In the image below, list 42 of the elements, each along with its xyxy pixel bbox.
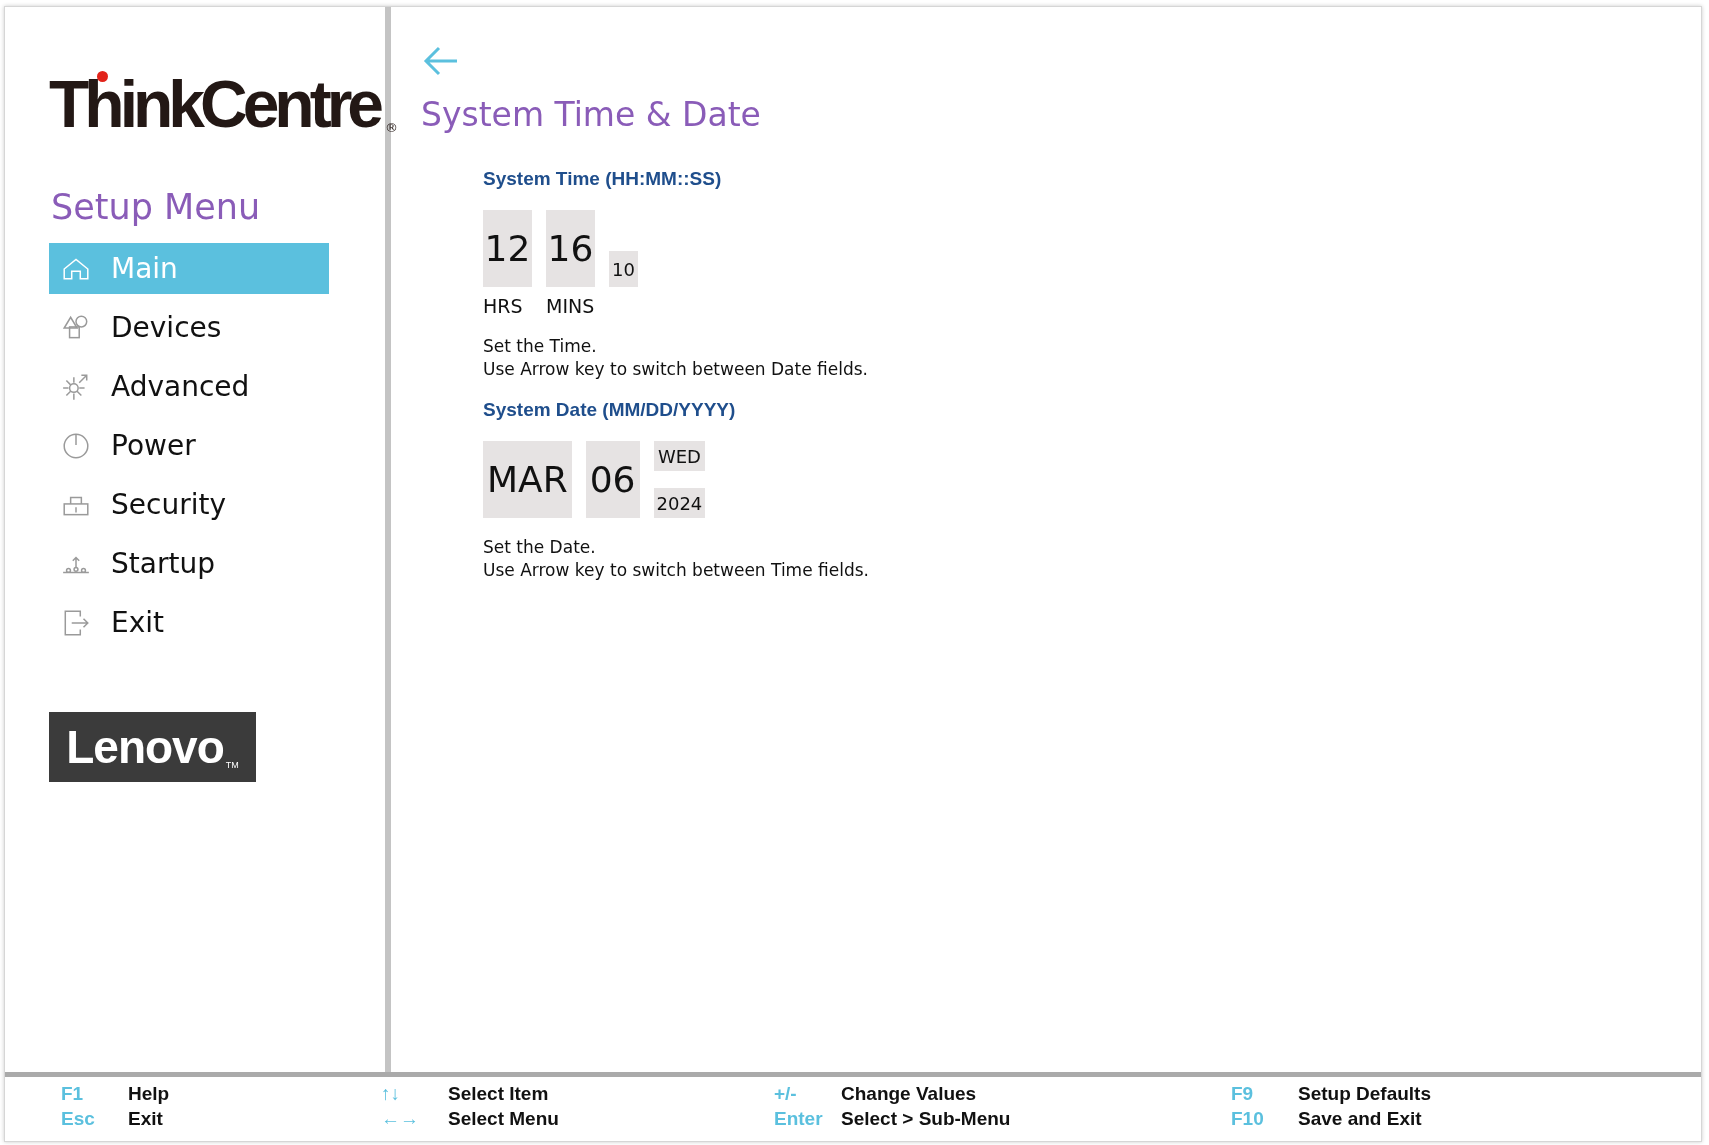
page-title: System Time & Date xyxy=(421,95,762,134)
key-action: Exit xyxy=(128,1108,163,1130)
value-field[interactable]: 06 xyxy=(585,441,640,518)
value-field[interactable]: 10 xyxy=(609,251,638,287)
product-logo: ThinkCentre® xyxy=(49,67,399,137)
key-action: Select Item xyxy=(448,1083,549,1105)
back-arrow-icon[interactable] xyxy=(423,45,459,77)
value-field[interactable]: MAR xyxy=(483,441,572,518)
key-action: Save and Exit xyxy=(1298,1108,1422,1130)
key-hint: +/- xyxy=(774,1083,798,1105)
key-action: Select > Sub-Menu xyxy=(841,1108,1011,1130)
menu-item[interactable]: Devices xyxy=(49,302,329,353)
help-text: Set the Time. xyxy=(483,335,598,358)
power-icon xyxy=(61,430,91,461)
key-hint: Enter xyxy=(774,1108,824,1130)
key-action: Help xyxy=(128,1083,170,1105)
field-label: MINS xyxy=(546,295,595,317)
menu-item[interactable]: Startup xyxy=(49,538,329,589)
help-text: Use Arrow key to switch between Time fields. xyxy=(483,559,870,582)
value-field[interactable]: 16 xyxy=(546,210,595,287)
key-hint: F10 xyxy=(1231,1108,1265,1130)
menu-title: Setup Menu xyxy=(51,187,262,227)
section-heading: System Date (MM/DD/YYYY) xyxy=(483,399,737,421)
menu-item[interactable]: Exit xyxy=(49,597,329,648)
key-hint: ←→ xyxy=(381,1108,420,1130)
field-label: HRS xyxy=(483,295,524,317)
value-field[interactable]: 12 xyxy=(483,210,532,287)
key-hint: F1 xyxy=(61,1083,85,1105)
value-field[interactable]: WED xyxy=(653,441,706,471)
menu-item[interactable]: Power xyxy=(49,420,329,471)
menu-item[interactable]: Advanced xyxy=(49,361,329,412)
key-hint: ↑↓ xyxy=(381,1083,401,1105)
key-action: Change Values xyxy=(841,1083,977,1105)
menu-item[interactable]: Security xyxy=(49,479,329,530)
value-field[interactable]: 2024 xyxy=(653,488,706,518)
key-action: Setup Defaults xyxy=(1298,1083,1432,1105)
help-text: Use Arrow key to switch between Date fields. xyxy=(483,358,869,381)
section-heading: System Time (HH:MM::SS) xyxy=(483,168,723,190)
key-hint: F9 xyxy=(1231,1083,1255,1105)
help-text: Set the Date. xyxy=(483,536,597,559)
key-hint: Esc xyxy=(61,1108,96,1130)
key-action: Select Menu xyxy=(448,1108,559,1130)
